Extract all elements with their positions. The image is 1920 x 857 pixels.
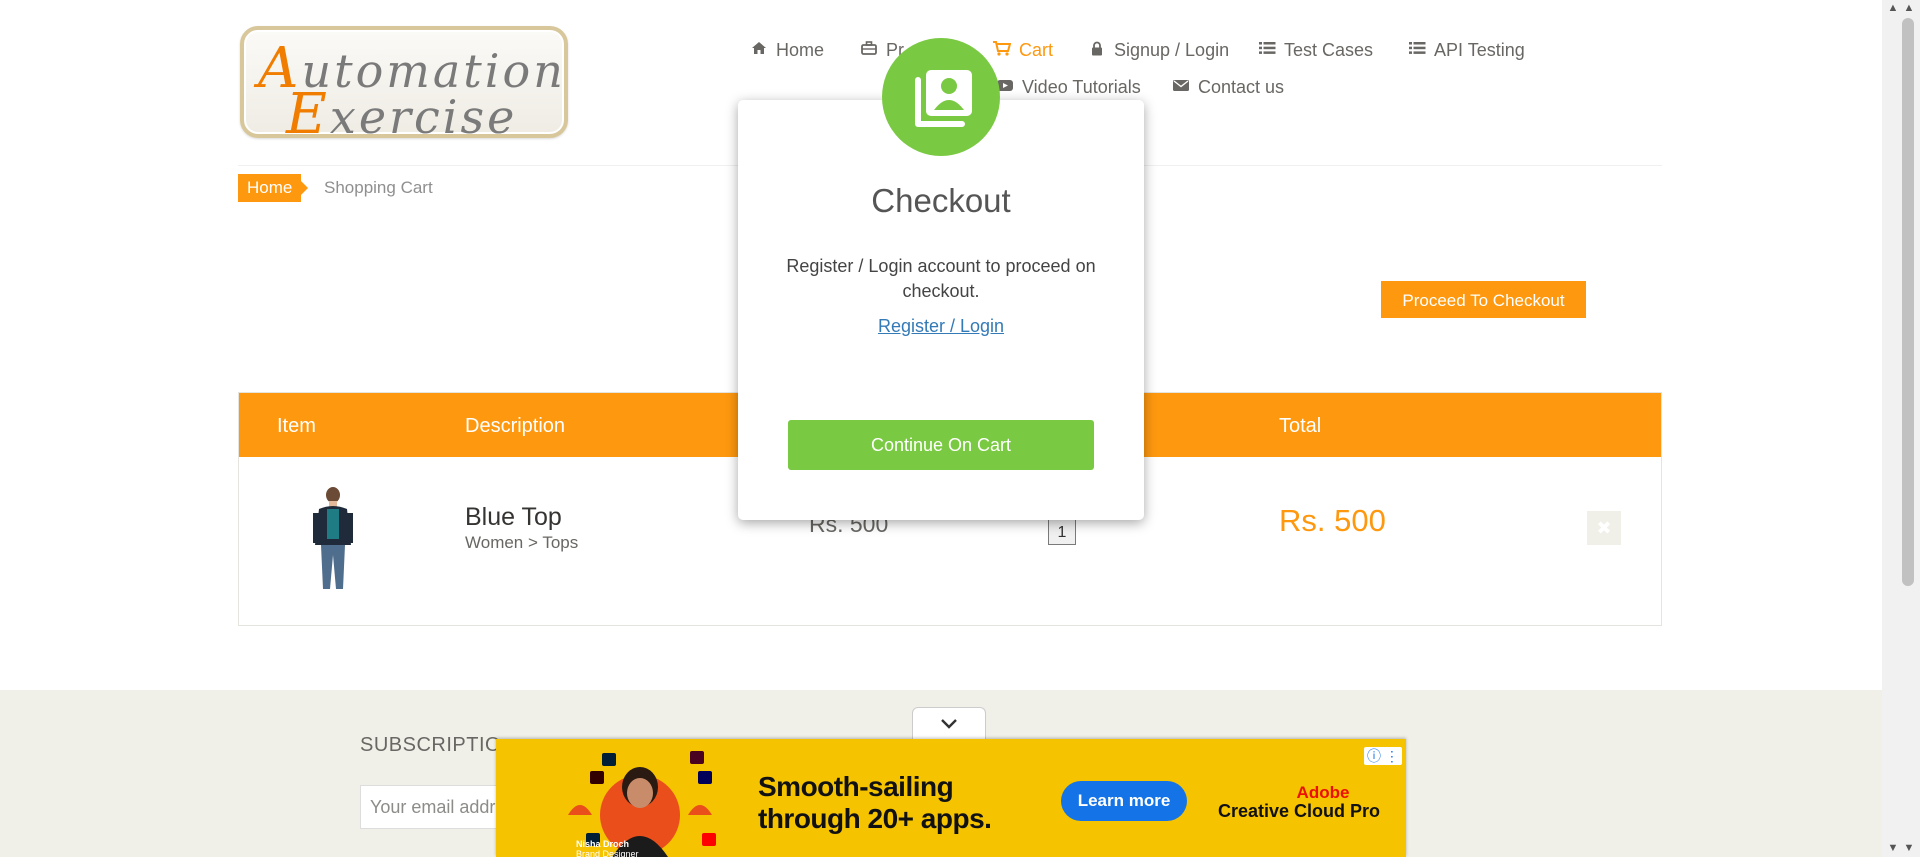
ad-headline-line1: Smooth-sailing [758, 771, 954, 802]
scroll-up-arrow-icon[interactable]: ▲ [1886, 2, 1900, 14]
nav-api-testing-label: API Testing [1434, 40, 1525, 60]
quantity-display: 1 [1048, 519, 1076, 545]
nav-home-label: Home [776, 40, 825, 60]
delete-item-button[interactable]: ✖ [1587, 511, 1621, 545]
continue-on-cart-button[interactable]: Continue On Cart [788, 420, 1094, 470]
breadcrumb-current: Shopping Cart [324, 178, 433, 197]
briefcase-icon [860, 41, 878, 60]
ad-collapse-button[interactable] [912, 707, 986, 740]
ad-brand-adobe: Adobe [1296, 783, 1350, 802]
nav-cart-label: Cart [1019, 40, 1054, 60]
ad-info-icon[interactable]: ⓘ ⋮ [1364, 747, 1402, 765]
header-description: Description [465, 415, 566, 437]
ad-person-name: Nisha Droch [576, 839, 630, 849]
contact-book-icon [882, 38, 1000, 156]
lock-icon [1088, 41, 1106, 61]
list-icon [1408, 41, 1426, 60]
modal-message: Register / Login account to proceed on c… [786, 256, 1096, 301]
breadcrumb-home[interactable]: Home [238, 174, 309, 202]
product-total: Rs. 500 [1279, 503, 1386, 538]
times-icon: ✖ [1596, 518, 1612, 538]
list-icon [1258, 41, 1276, 60]
nav-signup-login[interactable]: Signup / Login [1088, 40, 1229, 61]
product-name-link[interactable]: Blue Top [465, 503, 562, 532]
register-login-link[interactable]: Register / Login [738, 316, 1144, 337]
nav-api-testing[interactable]: API Testing [1408, 40, 1525, 61]
product-image[interactable] [305, 483, 361, 593]
header-total: Total [1279, 415, 1322, 437]
nav-signup-label: Signup / Login [1114, 40, 1230, 60]
product-category: Women > Tops [465, 533, 579, 552]
logo-cap-e: E [286, 82, 330, 147]
home-icon [750, 41, 768, 60]
ad-person-title: Brand Designer [576, 849, 639, 857]
logo-text-2: xercise [329, 90, 518, 144]
ad-banner[interactable]: Nisha Droch Brand Designer Smooth-sailin… [496, 739, 1406, 857]
page-scrollbar[interactable] [1882, 0, 1920, 857]
scroll-up-arrow-icon-2[interactable]: ▲ [1902, 2, 1916, 14]
envelope-icon [1172, 79, 1190, 97]
subscription-title: SUBSCRIPTIO [360, 734, 502, 756]
scroll-down-arrow-icon-2[interactable]: ▼ [1902, 842, 1916, 854]
scroll-down-arrow-icon[interactable]: ▼ [1886, 842, 1900, 854]
logo-line-2: Exercise [286, 82, 517, 147]
nav-test-cases[interactable]: Test Cases [1258, 40, 1373, 61]
scrollbar-thumb[interactable] [1902, 18, 1914, 586]
nav-home[interactable]: Home [750, 40, 824, 61]
nav-contact-us[interactable]: Contact us [1172, 77, 1284, 98]
ad-headline-line2: through 20+ apps. [758, 803, 992, 834]
chevron-down-icon [940, 714, 958, 734]
nav-cart[interactable]: Cart [993, 40, 1053, 61]
nav-contact-label: Contact us [1198, 77, 1285, 97]
header-item: Item [277, 415, 316, 437]
site-logo[interactable]: Automation Exercise [240, 26, 568, 147]
nav-test-cases-label: Test Cases [1284, 40, 1374, 60]
nav-video-label: Video Tutorials [1022, 77, 1141, 97]
page: Automation Exercise Home Pr Cart Signup … [0, 0, 1882, 857]
ad-brand-product: Creative Cloud Pro [1218, 801, 1381, 821]
proceed-to-checkout-button[interactable]: Proceed To Checkout [1381, 281, 1586, 318]
modal-title: Checkout [871, 182, 1011, 219]
nav-video-tutorials[interactable]: Video Tutorials [996, 77, 1141, 98]
ad-learn-more-button[interactable]: Learn more [1061, 781, 1187, 821]
